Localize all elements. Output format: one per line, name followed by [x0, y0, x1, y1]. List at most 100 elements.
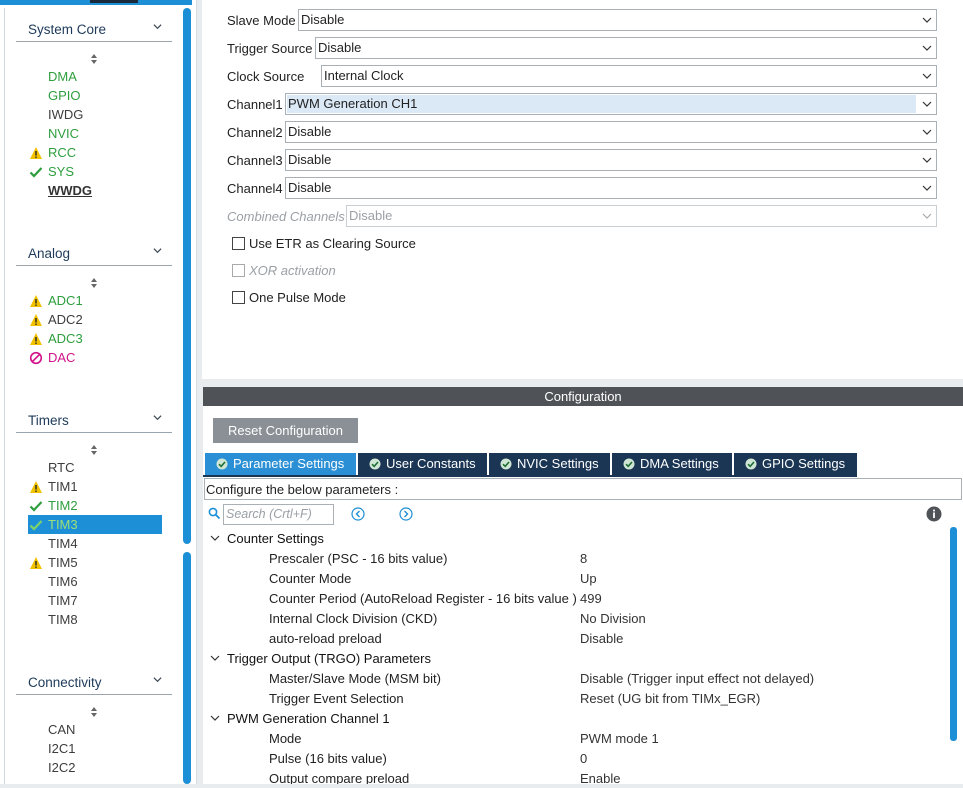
channel2-select[interactable]: Disable [285, 121, 937, 143]
checkbox-box[interactable] [232, 291, 245, 304]
sidebar-item-adc1[interactable]: ADC1 [28, 291, 162, 310]
tab-dma-settings[interactable]: DMA Settings [612, 453, 732, 475]
tab-parameter-settings[interactable]: Parameter Settings [205, 453, 356, 475]
chevron-down-icon[interactable] [210, 713, 220, 723]
tab-underline [203, 475, 857, 477]
sidebar-item-can[interactable]: CAN [28, 720, 162, 739]
trigger-source-select[interactable]: Disable [315, 37, 937, 59]
combined-channels-label: Combined Channels [227, 209, 345, 224]
sidebar-item-dac[interactable]: DAC [28, 348, 162, 367]
item-label: TIM8 [48, 612, 78, 627]
group-pwm-generation-channel-1[interactable]: PWM Generation Channel 1 [227, 711, 390, 726]
tab-nvic-settings[interactable]: NVIC Settings [489, 453, 610, 475]
search-icon [208, 507, 221, 520]
sidebar-scrollbar-lower[interactable] [183, 552, 191, 784]
slave-mode-select[interactable]: Disable [298, 9, 937, 31]
param-value[interactable]: 8 [580, 551, 587, 566]
reset-configuration-button[interactable]: Reset Configuration [213, 418, 358, 443]
param-value[interactable]: No Division [580, 611, 646, 626]
sidebar-item-i2c2[interactable]: I2C2 [28, 758, 162, 777]
sidebar-item-wwdg[interactable]: WWDG [28, 181, 162, 200]
sidebar-item-tim6[interactable]: TIM6 [28, 572, 162, 591]
param-value[interactable]: PWM mode 1 [580, 731, 659, 746]
item-label: TIM4 [48, 536, 78, 551]
param-value[interactable]: Disable [580, 631, 623, 646]
sidebar-item-gpio[interactable]: GPIO [28, 86, 162, 105]
category-system-core[interactable]: System Core [16, 17, 172, 42]
sidebar-item-tim8[interactable]: TIM8 [28, 610, 162, 629]
sidebar-item-rcc[interactable]: RCC [28, 143, 162, 162]
sidebar-item-tim3[interactable]: TIM3 [28, 515, 162, 534]
channel1-select[interactable]: PWM Generation CH1 [285, 93, 937, 115]
chevron-down-icon [922, 213, 932, 219]
warning-icon [30, 481, 42, 493]
sidebar-item-tim5[interactable]: TIM5 [28, 553, 162, 572]
chevron-down-icon [922, 101, 932, 107]
previous-match-icon[interactable] [351, 507, 365, 521]
tab-user-constants[interactable]: User Constants [358, 453, 487, 475]
next-match-icon[interactable] [399, 507, 413, 521]
group-counter-settings[interactable]: Counter Settings [227, 531, 324, 546]
warning-icon [30, 314, 42, 326]
sort-icon[interactable] [89, 707, 99, 717]
sort-icon[interactable] [89, 445, 99, 455]
category-label: Analog [28, 246, 71, 261]
sidebar-item-nvic[interactable]: NVIC [28, 124, 162, 143]
category-timers[interactable]: Timers [16, 408, 172, 433]
checkbox-label: XOR activation [249, 263, 336, 278]
sidebar-item-tim2[interactable]: TIM2 [28, 496, 162, 515]
sort-icon[interactable] [89, 54, 99, 64]
sort-icon[interactable] [89, 278, 99, 288]
category-connectivity[interactable]: Connectivity [16, 670, 172, 695]
group-trigger-output[interactable]: Trigger Output (TRGO) Parameters [227, 651, 431, 666]
param-value[interactable]: 0 [580, 751, 587, 766]
tab-label: NVIC Settings [517, 456, 599, 471]
channel3-select[interactable]: Disable [285, 149, 937, 171]
sidebar-item-tim4[interactable]: TIM4 [28, 534, 162, 553]
channel4-select[interactable]: Disable [285, 177, 937, 199]
tab-gpio-settings[interactable]: GPIO Settings [734, 453, 857, 475]
sidebar-item-adc2[interactable]: ADC2 [28, 310, 162, 329]
clock-source-row: Clock Source Internal Clock [227, 65, 937, 87]
warning-icon [30, 295, 42, 307]
param-value[interactable]: 499 [580, 591, 602, 606]
item-label: DMA [48, 69, 77, 84]
sidebar-scrollbar[interactable] [183, 8, 191, 544]
parameter-scrollbar[interactable] [950, 527, 957, 741]
sidebar-item-sys[interactable]: SYS [28, 162, 162, 181]
item-label: NVIC [48, 126, 80, 141]
clock-source-select[interactable]: Internal Clock [321, 65, 937, 87]
item-label: ADC2 [48, 312, 83, 327]
item-label: TIM5 [48, 555, 78, 570]
chevron-down-icon[interactable] [210, 653, 220, 663]
sidebar-item-tim1[interactable]: TIM1 [28, 477, 162, 496]
tab-label: GPIO Settings [762, 456, 846, 471]
one-pulse-mode-checkbox[interactable]: One Pulse Mode [232, 289, 472, 307]
param-name: Prescaler (PSC - 16 bits value) [269, 551, 448, 566]
sidebar-item-dma[interactable]: DMA [28, 67, 162, 86]
param-value[interactable]: Reset (UG bit from TIMx_EGR) [580, 691, 760, 706]
item-label: RTC [48, 460, 75, 475]
sidebar-item-iwdg[interactable]: IWDG [28, 105, 162, 124]
checkmark-icon [29, 501, 43, 512]
checkbox-box[interactable] [232, 237, 245, 250]
param-name: Trigger Event Selection [269, 691, 404, 706]
mode-panel: Slave Mode Disable Trigger Source Disabl… [202, 0, 963, 379]
parameter-search-input[interactable]: Search (Crtl+F) [223, 504, 334, 525]
checkmark-icon [29, 167, 43, 178]
param-value[interactable]: Up [580, 571, 597, 586]
item-label: WWDG [48, 183, 93, 198]
category-analog[interactable]: Analog [16, 241, 172, 266]
info-icon[interactable] [926, 506, 942, 522]
sidebar-top-tab-indicator [90, 0, 138, 3]
sidebar-item-adc3[interactable]: ADC3 [28, 329, 162, 348]
chevron-down-icon [153, 677, 162, 683]
sidebar-item-tim7[interactable]: TIM7 [28, 591, 162, 610]
param-value[interactable]: Disable (Trigger input effect not delaye… [580, 671, 814, 686]
sidebar-item-rtc[interactable]: RTC [28, 458, 162, 477]
sidebar-item-i2c1[interactable]: I2C1 [28, 739, 162, 758]
use-etr-checkbox[interactable]: Use ETR as Clearing Source [232, 235, 472, 253]
item-label: SYS [48, 164, 75, 179]
chevron-down-icon[interactable] [210, 533, 220, 543]
check-circle-icon [745, 458, 757, 470]
